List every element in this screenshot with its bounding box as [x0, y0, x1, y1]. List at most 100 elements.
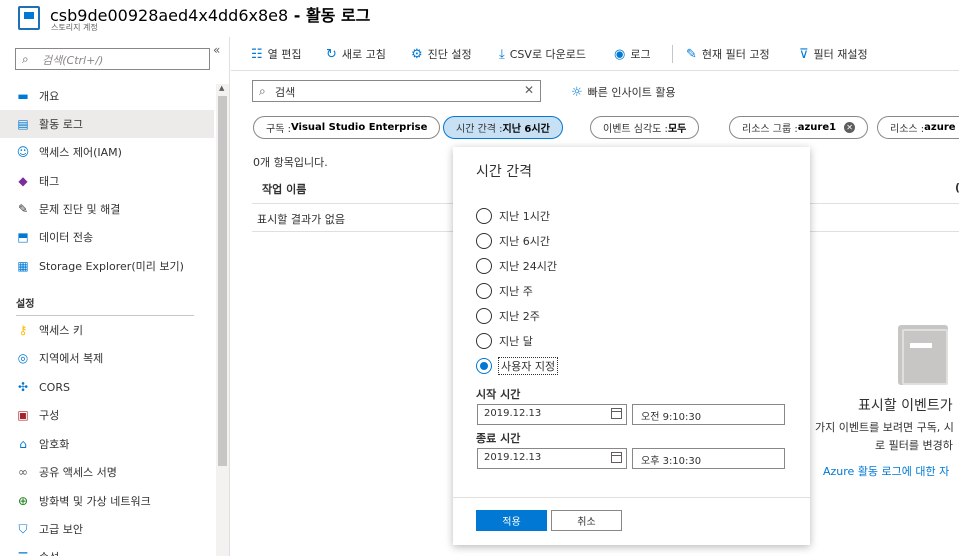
timespan-option[interactable]: 지난 1시간: [476, 208, 550, 224]
data-transfer-icon: ⬒: [17, 230, 29, 244]
radio-icon[interactable]: [476, 308, 492, 324]
sidebar-item-label: 구성: [39, 409, 60, 422]
reset-filters-button[interactable]: ⊽ 필터 재설정: [799, 46, 868, 62]
cancel-button[interactable]: 취소: [551, 510, 622, 531]
filter-reset-icon: ⊽: [799, 46, 809, 62]
tag-icon: ◆: [18, 174, 28, 188]
configuration-icon: ▣: [17, 408, 29, 422]
logs-label: 로그: [630, 48, 651, 61]
sidebar-item-overview[interactable]: ▬ 개요: [0, 82, 214, 110]
properties-icon: ☰: [16, 550, 30, 556]
radio-icon[interactable]: [476, 283, 492, 299]
sidebar-item-label: 방화벽 및 가상 네트워크: [39, 495, 151, 508]
edit-columns-button[interactable]: ☷ 열 편집: [251, 46, 302, 62]
sidebar-item-label: 지역에서 복제: [39, 352, 104, 365]
radio-icon[interactable]: [476, 258, 492, 274]
scroll-up-icon[interactable]: ▲: [219, 84, 224, 92]
search-icon: ⌕: [22, 52, 29, 66]
start-time-input[interactable]: 오전 9:10:30: [632, 404, 785, 425]
clear-icon[interactable]: ✕: [524, 83, 534, 97]
sidebar-item-geo-replication[interactable]: ◎ 지역에서 복제: [0, 344, 214, 372]
timespan-option-label: 지난 2주: [499, 310, 540, 323]
search-input[interactable]: ⌕ 검색 ✕: [252, 80, 541, 102]
calendar-icon[interactable]: [611, 452, 622, 463]
calendar-icon[interactable]: [611, 408, 622, 419]
lock-icon: ⌂: [19, 437, 27, 451]
timespan-option-label: 지난 주: [499, 285, 533, 298]
radio-icon[interactable]: [476, 233, 492, 249]
resource-type: 스토리지 계정: [51, 23, 98, 32]
sidebar-item-configuration[interactable]: ▣ 구성: [0, 401, 214, 429]
key-icon: ⚷: [18, 323, 28, 337]
page-header: csb9de00928aed4x4dd6x8e8 - 활동 로그 스토리지 계정: [0, 0, 959, 37]
sidebar-item-activity-log[interactable]: ▤ 활동 로그: [0, 110, 214, 138]
timespan-option-label: 사용자 지정: [497, 357, 559, 375]
start-date-value: 2019.12.13: [484, 408, 542, 419]
wrench-icon: ✎: [17, 202, 29, 216]
diagnostic-settings-button[interactable]: ⚙ 진단 설정: [411, 46, 472, 62]
sidebar-item-link[interactable]: ∞ 공유 액세스 서명: [0, 458, 214, 486]
sidebar-item-iam[interactable]: ☺ 액세스 제어(IAM): [0, 138, 214, 166]
timespan-option[interactable]: 사용자 지정: [476, 357, 559, 375]
timespan-option[interactable]: 지난 달: [476, 333, 533, 349]
pin-filters-button[interactable]: ✎ 현재 필터 고정: [686, 46, 770, 62]
pill-value: azure1: [797, 122, 837, 133]
remove-filter-icon[interactable]: ✕: [844, 122, 856, 133]
radio-icon[interactable]: [476, 208, 492, 224]
empty-state-title: 표시할 이벤트가: [858, 398, 953, 414]
lightbulb-icon: ☼: [571, 84, 583, 100]
end-time-input[interactable]: 오후 3:10:30: [632, 448, 785, 469]
timespan-option[interactable]: 지난 2주: [476, 308, 540, 324]
filter-pill-severity[interactable]: 이벤트 심각도 : 모두: [590, 116, 700, 139]
filter-pill-resource-group[interactable]: 리소스 그룹 : azure1 ✕: [729, 116, 869, 139]
logs-icon: ◉: [614, 46, 626, 62]
sidebar-item-label: 공유 액세스 서명: [39, 466, 117, 479]
pill-key: 이벤트 심각도 :: [603, 124, 668, 135]
empty-state-description-2: 로 필터를 변경하: [875, 439, 953, 452]
refresh-label: 새로 고침: [341, 48, 386, 61]
apply-button[interactable]: 적용: [476, 510, 547, 531]
filter-pill-resource[interactable]: 리소스 : azure: [877, 116, 959, 139]
download-csv-button[interactable]: ⤓ CSV로 다운로드: [499, 46, 586, 62]
radio-icon[interactable]: [476, 333, 492, 349]
sidebar-item-wrench[interactable]: ✎ 문제 진단 및 해결: [0, 195, 214, 223]
iam-icon: ☺: [16, 145, 30, 159]
sidebar-item-key[interactable]: ⚷ 액세스 키: [0, 316, 214, 344]
sidebar-item-cors[interactable]: ✣ CORS: [0, 373, 214, 401]
filter-pill-subscription[interactable]: 구독 : Visual Studio Enterprise: [253, 116, 441, 139]
sidebar-item-network[interactable]: ⊕ 방화벽 및 가상 네트워크: [0, 487, 214, 515]
quick-insights-button[interactable]: ☼ 빠른 인사이트 활용: [571, 84, 676, 100]
refresh-icon: ↻: [326, 46, 337, 62]
start-time-value: 오전 9:10:30: [641, 412, 702, 423]
collapse-sidebar-icon[interactable]: «: [213, 43, 220, 57]
column-header-status[interactable]: (: [955, 181, 959, 194]
pill-key: 시간 간격 :: [456, 124, 503, 135]
filter-pill-timespan[interactable]: 시간 간격 : 지난 6시간: [443, 116, 563, 139]
refresh-button[interactable]: ↻ 새로 고침: [326, 46, 386, 62]
sidebar-search-input[interactable]: ⌕ 검색(Ctrl+/): [15, 48, 210, 70]
sidebar-item-shield[interactable]: ⛉ 고급 보안: [0, 515, 214, 543]
column-header-operation[interactable]: 작업 이름: [262, 181, 306, 197]
pill-value: Visual Studio Enterprise: [290, 122, 428, 133]
start-date-input[interactable]: 2019.12.13: [477, 404, 627, 425]
sidebar-item-label: 암호화: [39, 438, 70, 451]
logs-button[interactable]: ◉ 로그: [614, 46, 651, 62]
diagnostic-settings-label: 진단 설정: [427, 48, 472, 61]
timespan-option[interactable]: 지난 24시간: [476, 258, 557, 274]
sidebar-search-placeholder: 검색(Ctrl+/): [42, 54, 104, 67]
sidebar-item-data-transfer[interactable]: ⬒ 데이터 전송: [0, 223, 214, 251]
reset-filters-label: 필터 재설정: [813, 48, 868, 61]
timespan-option[interactable]: 지난 주: [476, 283, 533, 299]
sidebar-item-tag[interactable]: ◆ 태그: [0, 167, 214, 195]
scrollbar-thumb[interactable]: [218, 96, 227, 466]
sidebar-item-storage-explorer[interactable]: ▦ Storage Explorer(미리 보기): [0, 252, 214, 280]
sidebar-item-lock[interactable]: ⌂ 암호화: [0, 430, 214, 458]
sidebar-scrollbar[interactable]: ▲: [216, 84, 229, 556]
activity-log-docs-link[interactable]: Azure 활동 로그에 대한 자: [823, 463, 949, 479]
end-date-input[interactable]: 2019.12.13: [477, 448, 627, 469]
timespan-option-label: 지난 6시간: [499, 235, 550, 248]
sidebar-item-properties[interactable]: ☰ 속성: [0, 543, 214, 556]
radio-checked-icon[interactable]: [476, 358, 492, 374]
timespan-option[interactable]: 지난 6시간: [476, 233, 550, 249]
timespan-option-label: 지난 1시간: [499, 210, 550, 223]
